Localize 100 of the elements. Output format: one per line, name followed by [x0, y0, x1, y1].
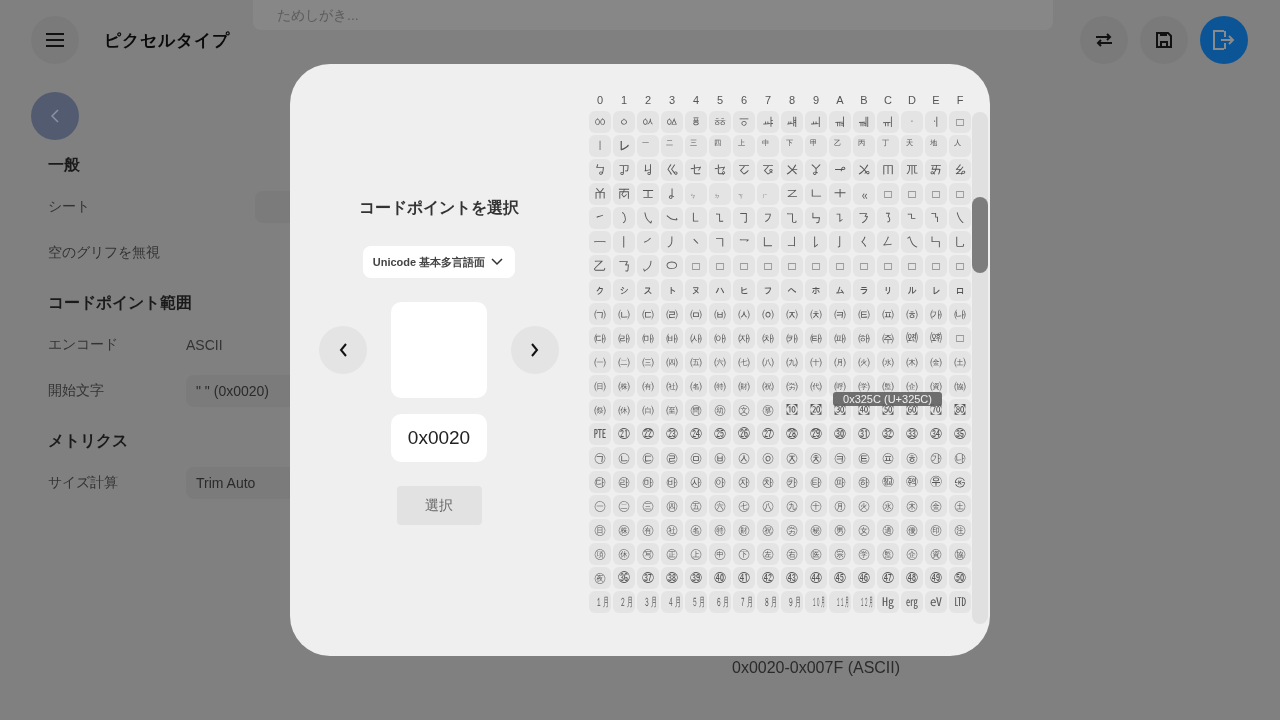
glyph-cell[interactable]: □ — [853, 255, 875, 277]
glyph-cell[interactable]: ㉸ — [781, 471, 803, 493]
glyph-cell[interactable]: ㉃ — [661, 399, 683, 421]
glyph-cell[interactable]: ㋋ — [853, 591, 875, 613]
glyph-cell[interactable]: ㉙ — [805, 423, 827, 445]
glyph-cell[interactable]: ㉁ — [613, 399, 635, 421]
glyph-cell[interactable]: ㉂ — [637, 399, 659, 421]
select-button[interactable]: 選択 — [396, 486, 482, 525]
glyph-cell[interactable]: ㉲ — [637, 471, 659, 493]
glyph-cell[interactable]: ㈔ — [685, 327, 707, 349]
glyph-cell[interactable]: ㇎ — [925, 207, 947, 229]
glyph-cell[interactable]: ㉏ — [949, 399, 971, 421]
glyph-cell[interactable]: ㈦ — [733, 351, 755, 373]
glyph-cell[interactable]: ㊧ — [757, 543, 779, 565]
glyph-cell[interactable]: ㆅ — [709, 111, 731, 133]
glyph-cell[interactable]: ㈮ — [925, 351, 947, 373]
glyph-cell[interactable]: ㊟ — [949, 519, 971, 541]
glyph-cell[interactable]: □ — [733, 255, 755, 277]
glyph-cell[interactable]: ㆧ — [757, 159, 779, 181]
glyph-cell[interactable]: ㇡ — [613, 255, 635, 277]
glyph-cell[interactable]: ㆭ — [901, 159, 923, 181]
glyph-cell[interactable]: ㊏ — [949, 495, 971, 517]
glyph-cell[interactable]: ㆈ — [781, 111, 803, 133]
glyph-cell[interactable]: ㆁ — [613, 111, 635, 133]
glyph-cell[interactable]: ㈎ — [925, 303, 947, 325]
glyph-cell[interactable]: ㇝ — [901, 231, 923, 253]
glyph-cell[interactable]: ㇄ — [685, 207, 707, 229]
glyph-cell[interactable]: □ — [829, 255, 851, 277]
glyph-cell[interactable]: ㇲ — [637, 279, 659, 301]
glyph-cell[interactable]: ㋄ — [685, 591, 707, 613]
glyph-cell[interactable]: ㆊ — [829, 111, 851, 133]
glyph-cell[interactable]: ㈬ — [877, 351, 899, 373]
glyph-cell[interactable]: ㊓ — [661, 519, 683, 541]
glyph-cell[interactable]: ㊃ — [661, 495, 683, 517]
glyph-cell[interactable]: ㇀ — [589, 207, 611, 229]
glyph-cell[interactable]: ㊥ — [709, 543, 731, 565]
glyph-cell[interactable]: ㋁ — [613, 591, 635, 613]
glyph-cell[interactable]: ㊕ — [709, 519, 731, 541]
glyph-cell[interactable]: ㋎ — [925, 591, 947, 613]
glyph-cell[interactable]: ㇃ — [661, 207, 683, 229]
glyph-cell[interactable]: □ — [925, 183, 947, 205]
glyph-cell[interactable]: ㉤ — [685, 447, 707, 469]
glyph-cell[interactable]: ㇷ — [757, 279, 779, 301]
glyph-cell[interactable]: ㊚ — [829, 519, 851, 541]
glyph-cell[interactable]: ㉅ — [709, 399, 731, 421]
glyph-cell[interactable]: ㊨ — [781, 543, 803, 565]
glyph-cell[interactable]: □ — [949, 111, 971, 133]
glyph-cell[interactable]: ㈛ — [853, 327, 875, 349]
glyph-cell[interactable]: ㇳ — [661, 279, 683, 301]
glyph-cell[interactable]: ㆯ — [949, 159, 971, 181]
glyph-cell[interactable]: ㊭ — [901, 543, 923, 565]
glyph-cell[interactable]: ㉶ — [733, 471, 755, 493]
glyph-cell[interactable]: ㈜ — [877, 327, 899, 349]
glyph-cell[interactable]: ㊄ — [685, 495, 707, 517]
glyph-cell[interactable]: ㈅ — [709, 303, 731, 325]
glyph-cell[interactable]: ㆻ — [853, 183, 875, 205]
glyph-cell[interactable]: ㉖ — [733, 423, 755, 445]
glyph-cell[interactable]: ㈈ — [781, 303, 803, 325]
glyph-cell[interactable]: □ — [949, 183, 971, 205]
glyph-cell[interactable]: ㆦ — [733, 159, 755, 181]
glyph-cell[interactable]: □ — [757, 255, 779, 277]
codepoint-field[interactable]: 0x0020 — [391, 414, 487, 462]
glyph-cell[interactable]: ㉾ — [925, 471, 947, 493]
glyph-cell[interactable]: ㆜ — [877, 135, 899, 157]
glyph-cell[interactable]: ㉳ — [661, 471, 683, 493]
glyph-cell[interactable]: ㇟ — [949, 231, 971, 253]
glyph-cell[interactable]: ㇛ — [853, 231, 875, 253]
exit-button[interactable] — [1200, 16, 1248, 64]
glyph-cell[interactable]: ㊼ — [877, 567, 899, 589]
glyph-cell[interactable]: ㆥ — [709, 159, 731, 181]
glyph-cell[interactable]: ㆪ — [829, 159, 851, 181]
glyph-cell[interactable]: ㋀ — [589, 591, 611, 613]
glyph-cell[interactable]: ㆮ — [925, 159, 947, 181]
glyph-cell[interactable]: ㊂ — [637, 495, 659, 517]
glyph-cell[interactable]: ㋌ — [877, 591, 899, 613]
scrollbar-thumb[interactable] — [972, 197, 988, 273]
glyph-cell[interactable]: ㆬ — [877, 159, 899, 181]
glyph-cell[interactable]: ㊗ — [757, 519, 779, 541]
glyph-cell[interactable]: ㆌ — [877, 111, 899, 133]
glyph-cell[interactable]: ㆱ — [613, 183, 635, 205]
glyph-cell[interactable]: ㆓ — [661, 135, 683, 157]
glyph-cell[interactable]: ㈁ — [613, 303, 635, 325]
glyph-cell[interactable]: ㆙ — [805, 135, 827, 157]
glyph-cell[interactable]: ㉰ — [589, 471, 611, 493]
glyph-cell[interactable]: ㋂ — [637, 591, 659, 613]
glyph-cell[interactable]: ㊫ — [853, 543, 875, 565]
glyph-cell[interactable]: □ — [901, 183, 923, 205]
glyph-cell[interactable]: ㈴ — [685, 375, 707, 397]
glyph-cell[interactable]: ㈶ — [733, 375, 755, 397]
glyph-cell[interactable]: ㊻ — [853, 567, 875, 589]
glyph-cell[interactable]: ㈸ — [781, 375, 803, 397]
glyph-cell[interactable]: ㆘ — [781, 135, 803, 157]
glyph-cell[interactable]: ㉔ — [685, 423, 707, 445]
glyph-cell[interactable]: ㉷ — [757, 471, 779, 493]
glyph-cell[interactable]: ㇉ — [805, 207, 827, 229]
glyph-cell[interactable]: ㉡ — [613, 447, 635, 469]
glyph-cell[interactable]: ㊶ — [733, 567, 755, 589]
glyph-cell[interactable]: ㆣ — [661, 159, 683, 181]
glyph-cell[interactable]: ㉽ — [901, 471, 923, 493]
glyph-cell[interactable]: ㆤ — [685, 159, 707, 181]
